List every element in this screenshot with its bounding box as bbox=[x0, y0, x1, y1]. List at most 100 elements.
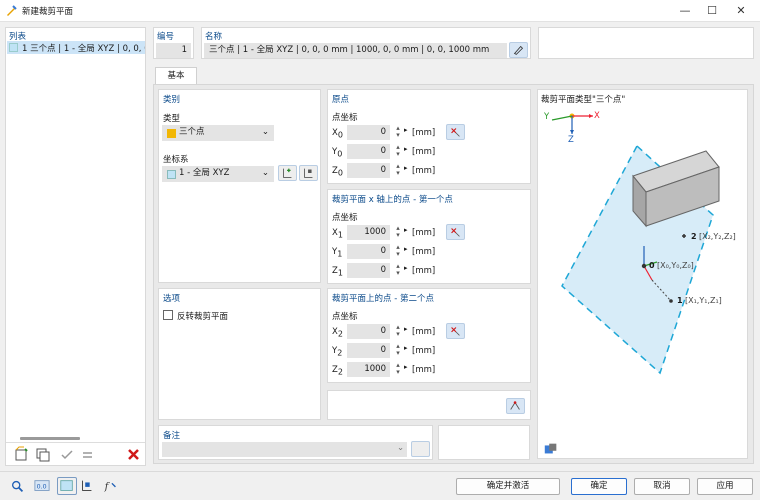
copy-item-icon[interactable] bbox=[32, 445, 52, 463]
name-box: 名称 三个点 | 1 - 全局 XYZ | 0, 0, 0 mm | 1000,… bbox=[201, 27, 531, 59]
list-item-label: 1 三个点 | 1 - 全局 XYZ | 0, 0, 0 m bbox=[22, 44, 145, 54]
origin-coord-label: 点坐标 bbox=[332, 113, 358, 123]
number-field[interactable]: 1 bbox=[156, 43, 191, 58]
p1-panel: 裁剪平面 x 轴上的点 - 第一个点 点坐标 X1 1000 ▴ ▾ ▸ [mm] … bbox=[327, 189, 531, 284]
name-field[interactable]: 三个点 | 1 - 全局 XYZ | 0, 0, 0 mm | 1000, 0,… bbox=[204, 43, 507, 58]
axis-x-label: X bbox=[594, 111, 600, 121]
edit-cs-icon[interactable] bbox=[299, 165, 318, 181]
point-0-label: [X₀,Y₀,Z₀] bbox=[657, 261, 694, 270]
z0-input[interactable]: 0 bbox=[347, 163, 390, 178]
y0-unit: [mm] bbox=[412, 147, 436, 157]
type-color-swatch bbox=[167, 129, 176, 138]
z0-spinner[interactable]: ▴ ▾ bbox=[391, 163, 405, 178]
new-cs-icon[interactable] bbox=[278, 165, 297, 181]
name-label: 名称 bbox=[205, 32, 223, 42]
y0-label: Y0 bbox=[332, 147, 343, 159]
x1-input[interactable]: 1000 bbox=[347, 225, 390, 240]
apply-button[interactable]: 应用 bbox=[697, 478, 753, 495]
y2-spinner[interactable]: ▴ ▾ bbox=[391, 343, 405, 358]
cancel-button[interactable]: 取消 bbox=[634, 478, 690, 495]
list-item[interactable]: 1 三个点 | 1 - 全局 XYZ | 0, 0, 0 m bbox=[7, 41, 145, 54]
formula-icon[interactable]: f bbox=[101, 477, 121, 495]
minimize-button[interactable]: — bbox=[670, 0, 700, 22]
close-button[interactable]: ✕ bbox=[726, 0, 756, 22]
z1-spinner[interactable]: ▴ ▾ bbox=[391, 263, 405, 278]
cs-label: 坐标系 bbox=[163, 155, 189, 165]
x1-arrow-icon[interactable]: ▸ bbox=[404, 226, 408, 234]
category-panel: 类别 类型 三个点 ⌄ 坐标系 1 - 全局 XYZ ⌄ bbox=[158, 89, 321, 283]
edit-name-icon[interactable] bbox=[509, 42, 528, 58]
x2-input[interactable]: 0 bbox=[347, 324, 390, 339]
list-panel: 列表 1 三个点 | 1 - 全局 XYZ | 0, 0, 0 m bbox=[5, 27, 146, 466]
app-icon bbox=[7, 5, 17, 16]
comment-edit-icon[interactable] bbox=[411, 441, 430, 457]
z0-label: Z0 bbox=[332, 166, 343, 178]
axis-z-label: Z bbox=[568, 135, 574, 145]
y1-arrow-icon[interactable]: ▸ bbox=[404, 245, 408, 253]
new-item-icon[interactable] bbox=[10, 445, 30, 463]
x1-spinner[interactable]: ▴ ▾ bbox=[391, 225, 405, 240]
y1-label: Y1 bbox=[332, 247, 343, 259]
y2-arrow-icon[interactable]: ▸ bbox=[404, 344, 408, 352]
pick-origin-icon[interactable] bbox=[446, 124, 465, 140]
pick-p1-icon[interactable] bbox=[446, 224, 465, 240]
comment-field[interactable] bbox=[162, 442, 407, 457]
p1-coord-label: 点坐标 bbox=[332, 213, 358, 223]
reverse-checkbox[interactable] bbox=[163, 310, 173, 320]
z1-input[interactable]: 0 bbox=[347, 263, 390, 278]
cs-icon bbox=[167, 170, 176, 179]
reverse-label: 反转裁剪平面 bbox=[177, 312, 229, 322]
y0-input[interactable]: 0 bbox=[347, 144, 390, 159]
coordinate-icon[interactable] bbox=[77, 477, 97, 495]
point-0-number: 0 bbox=[649, 261, 655, 270]
search-icon[interactable] bbox=[8, 477, 28, 495]
check-item-icon[interactable] bbox=[56, 445, 76, 463]
display-icon[interactable] bbox=[57, 477, 77, 495]
blank-panel bbox=[438, 425, 530, 460]
y1-input[interactable]: 0 bbox=[347, 244, 390, 259]
cs-value: 1 - 全局 XYZ bbox=[179, 168, 230, 178]
p1-header: 裁剪平面 x 轴上的点 - 第一个点 bbox=[332, 195, 453, 205]
x2-label: X2 bbox=[332, 327, 343, 339]
y0-spinner[interactable]: ▴ ▾ bbox=[391, 144, 405, 159]
point-2-number: 2 bbox=[691, 232, 697, 241]
render-settings-icon[interactable] bbox=[541, 440, 561, 458]
x0-arrow-icon[interactable]: ▸ bbox=[404, 126, 408, 134]
y2-input[interactable]: 0 bbox=[347, 343, 390, 358]
renumber-icon[interactable] bbox=[77, 445, 97, 463]
horizontal-scrollbar[interactable] bbox=[20, 437, 80, 440]
delete-icon[interactable] bbox=[123, 445, 143, 463]
type-value: 三个点 bbox=[179, 127, 205, 137]
ok-activate-button[interactable]: 确定并激活 bbox=[456, 478, 560, 495]
pick-all-icon[interactable] bbox=[506, 398, 525, 414]
info-box bbox=[538, 27, 754, 59]
chevron-down-icon: ⌄ bbox=[261, 127, 269, 137]
chevron-down-icon: ⌄ bbox=[261, 168, 269, 178]
ok-button[interactable]: 确定 bbox=[571, 478, 627, 495]
z2-spinner[interactable]: ▴ ▾ bbox=[391, 362, 405, 377]
units-icon[interactable]: 0.0 bbox=[32, 477, 52, 495]
cs-select[interactable]: 1 - 全局 XYZ ⌄ bbox=[162, 166, 274, 182]
y0-arrow-icon[interactable]: ▸ bbox=[404, 145, 408, 153]
z1-unit: [mm] bbox=[412, 266, 436, 276]
z2-arrow-icon[interactable]: ▸ bbox=[404, 363, 408, 371]
x2-arrow-icon[interactable]: ▸ bbox=[404, 325, 408, 333]
z0-arrow-icon[interactable]: ▸ bbox=[404, 164, 408, 172]
type-select[interactable]: 三个点 ⌄ bbox=[162, 125, 274, 141]
z1-arrow-icon[interactable]: ▸ bbox=[404, 264, 408, 272]
pick-p2-icon[interactable] bbox=[446, 323, 465, 339]
x0-input[interactable]: 0 bbox=[347, 125, 390, 140]
p2-panel: 裁剪平面上的点 - 第二个点 点坐标 X2 0 ▴ ▾ ▸ [mm] Y2 0 ▴ ▾… bbox=[327, 288, 531, 383]
tab-basic[interactable]: 基本 bbox=[155, 67, 197, 84]
options-header: 选项 bbox=[163, 294, 181, 304]
maximize-button[interactable]: ☐ bbox=[697, 0, 727, 22]
z2-input[interactable]: 1000 bbox=[347, 362, 390, 377]
svg-text:0.0: 0.0 bbox=[37, 484, 47, 491]
axis-z-arrow bbox=[570, 130, 574, 134]
y1-unit: [mm] bbox=[412, 247, 436, 257]
point-1-number: 1 bbox=[677, 296, 683, 305]
x0-spinner[interactable]: ▴ ▾ bbox=[391, 125, 405, 140]
y2-unit: [mm] bbox=[412, 346, 436, 356]
x2-spinner[interactable]: ▴ ▾ bbox=[391, 324, 405, 339]
y1-spinner[interactable]: ▴ ▾ bbox=[391, 244, 405, 259]
